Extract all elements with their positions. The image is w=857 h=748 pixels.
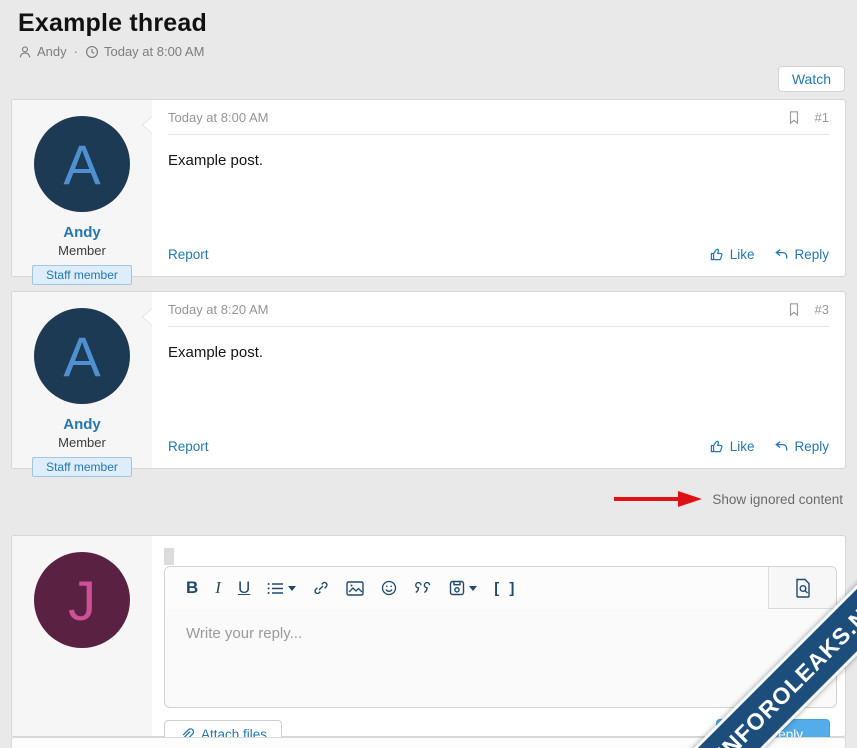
post-user-title: Member (12, 435, 152, 450)
user-icon (18, 45, 32, 59)
staff-member-badge: Staff member (32, 457, 132, 477)
quote-button[interactable] (414, 581, 432, 595)
report-link[interactable]: Report (168, 439, 209, 454)
thumbs-up-icon (710, 247, 725, 262)
bookmark-icon[interactable] (787, 110, 801, 125)
ignored-content-row: Show ignored content (0, 484, 843, 514)
post-body: Example post. (168, 135, 829, 237)
reply-arrow-icon (774, 439, 789, 454)
preview-button[interactable] (768, 567, 836, 609)
post-card: A Andy Member Staff member Today at 8:20… (11, 291, 846, 469)
post-user-cell: A Andy Member Staff member (12, 100, 152, 276)
avatar[interactable]: A (34, 116, 130, 212)
reply-link[interactable]: Reply (774, 247, 829, 262)
post-header: Today at 8:20 AM #3 (168, 292, 829, 327)
smilies-button[interactable] (381, 580, 397, 596)
preview-icon (794, 578, 812, 598)
post-username[interactable]: Andy (12, 224, 152, 241)
page-title: Example thread (18, 9, 841, 38)
thread-header: Example thread Andy · Today at 8:00 AM (0, 0, 857, 59)
insert-link-button[interactable] (313, 580, 329, 596)
report-link[interactable]: Report (168, 247, 209, 262)
post-message-cell: Today at 8:00 AM #1 Example post. Report (152, 100, 845, 276)
insert-image-button[interactable] (346, 581, 364, 596)
post-user-cell: A Andy Member Staff member (12, 292, 152, 468)
reply-arrow-icon (774, 247, 789, 262)
byline-separator: · (74, 44, 78, 59)
post-timestamp[interactable]: Today at 8:20 AM (168, 302, 268, 317)
post-timestamp[interactable]: Today at 8:00 AM (168, 110, 268, 125)
post-user-title: Member (12, 243, 152, 258)
thumbs-up-icon (710, 439, 725, 454)
post-body: Example post. (168, 327, 829, 429)
bookmark-icon[interactable] (787, 302, 801, 317)
watch-button[interactable]: Watch (778, 66, 845, 92)
code-button[interactable]: [ ] (494, 580, 517, 597)
thread-timestamp: Today at 8:00 AM (104, 44, 204, 59)
avatar[interactable]: J (34, 552, 130, 648)
reply-editor-card: J B I U (11, 535, 846, 737)
like-link[interactable]: Like (710, 247, 755, 262)
bold-button[interactable]: B (186, 578, 198, 598)
reply-user-cell: J (12, 536, 152, 736)
avatar[interactable]: A (34, 308, 130, 404)
post-number[interactable]: #1 (815, 110, 829, 125)
italic-button[interactable]: I (215, 578, 221, 598)
underline-button[interactable]: U (238, 578, 250, 598)
reply-link[interactable]: Reply (774, 439, 829, 454)
thread-author[interactable]: Andy (37, 44, 67, 59)
list-dropdown-button[interactable] (267, 581, 296, 596)
post-footer: Report Like (168, 237, 829, 276)
reply-text-input[interactable]: Write your reply... (165, 609, 836, 642)
show-ignored-content-link[interactable]: Show ignored content (712, 492, 843, 507)
rich-text-editor[interactable]: B I U (164, 566, 837, 708)
staff-member-badge: Staff member (32, 265, 132, 285)
insert-media-dropdown-button[interactable] (449, 580, 477, 596)
editor-toolbar: B I U (165, 567, 836, 609)
post-header: Today at 8:00 AM #1 (168, 100, 829, 135)
like-link[interactable]: Like (710, 439, 755, 454)
post-number[interactable]: #3 (815, 302, 829, 317)
thread-actions-row: Watch (0, 59, 857, 99)
annotation-red-arrow (612, 490, 704, 508)
post-footer: Report Like (168, 429, 829, 468)
post-username[interactable]: Andy (12, 416, 152, 433)
thread-byline: Andy · Today at 8:00 AM (18, 44, 841, 59)
post-message-cell: Today at 8:20 AM #3 Example post. Report (152, 292, 845, 468)
chevron-down-icon (288, 586, 296, 591)
post-card: A Andy Member Staff member Today at 8:00… (11, 99, 846, 277)
chevron-down-icon (469, 586, 477, 591)
clock-icon (85, 45, 99, 59)
